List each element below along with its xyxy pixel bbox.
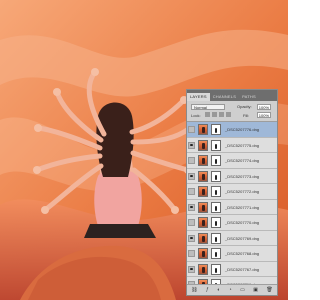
layer-name: _DSC5207775.dng [225,142,260,148]
visibility-icon[interactable] [188,234,195,242]
layer-mask-thumbnail [211,217,221,228]
adjustment-icon[interactable]: ◔ [229,287,232,293]
layer-mask-thumbnail [211,201,221,213]
layer-list: _DSC5207776.dng _DSC5207775.dng _DSC5207… [187,122,277,293]
fill-label: Fill: [243,113,250,118]
layer-row[interactable]: _DSC5207767.dng [187,261,277,277]
layer-mask-thumbnail [211,170,221,182]
visibility-icon[interactable] [188,203,195,211]
blend-mode-select[interactable]: Normal [191,104,225,110]
layer-row[interactable]: _DSC5207776.dng [187,122,277,138]
layer-name: _DSC5207769.dng [225,235,260,241]
layer-mask-thumbnail [211,155,221,166]
visibility-icon[interactable] [188,126,195,133]
layer-name: _DSC5207774.dng [225,158,260,163]
layer-thumbnail [198,263,208,275]
layer-name: _DSC5207767.dng [225,266,260,272]
layer-thumbnail [198,232,208,244]
layer-thumbnail [198,217,208,228]
lock-label: Lock: [191,113,201,118]
visibility-icon[interactable] [188,141,195,149]
opacity-label: Opacity: [237,104,252,109]
layers-panel: LAYERS CHANNELS PATHS Normal Opacity: 10… [186,89,278,296]
lock-position-icon[interactable] [219,112,224,117]
layer-thumbnail [198,155,208,166]
tab-paths[interactable]: PATHS [239,93,259,101]
layer-name: _DSC5207776.dng [225,127,260,132]
layers-panel-tabs: LAYERS CHANNELS PATHS [187,90,277,101]
layer-row[interactable]: _DSC5207773.dng [187,168,277,184]
link-icon[interactable]: ⛓ [191,287,197,293]
layer-row[interactable]: _DSC5207772.dng [187,184,277,200]
layer-thumbnail [198,139,208,151]
layer-mask-thumbnail [211,232,221,244]
lock-options [205,112,233,118]
layer-row[interactable]: _DSC5207768.dng [187,246,277,262]
tab-channels[interactable]: CHANNELS [210,93,239,101]
layer-row[interactable]: _DSC5207770.dng [187,215,277,231]
layer-thumbnail [198,186,208,197]
layer-mask-thumbnail [211,263,221,275]
layer-thumbnail [198,124,208,135]
visibility-icon[interactable] [188,219,195,226]
new-layer-icon[interactable]: ▣ [253,287,258,293]
layer-thumbnail [198,170,208,182]
lock-image-icon[interactable] [212,112,217,117]
layer-footer-toolbar: ⛓ ƒ ◐ ◔ ▭ ▣ 🗑 [187,284,277,295]
lock-transparent-icon[interactable] [205,112,210,117]
lock-all-icon[interactable] [226,112,231,117]
layer-mask-thumbnail [211,124,221,135]
visibility-icon[interactable] [188,265,195,273]
layer-name: _DSC5207768.dng [225,251,260,256]
layer-row[interactable]: _DSC5207769.dng [187,230,277,246]
layer-controls: Normal Opacity: 100% Lock: Fill: 100% [187,101,277,122]
layer-thumbnail [198,201,208,213]
layer-name: _DSC5207772.dng [225,189,260,194]
fill-input[interactable]: 100% [257,112,271,118]
visibility-icon[interactable] [188,172,195,180]
layer-mask-thumbnail [211,186,221,197]
trash-icon[interactable]: 🗑 [266,287,272,293]
layer-name: _DSC5207770.dng [225,220,260,225]
layer-mask-thumbnail [211,139,221,151]
mask-icon[interactable]: ◐ [217,287,220,293]
layer-name: _DSC5207771.dng [225,204,260,210]
layer-mask-thumbnail [211,248,221,259]
opacity-input[interactable]: 100% [257,104,271,110]
layer-row[interactable]: _DSC5207771.dng [187,199,277,215]
group-icon[interactable]: ▭ [240,287,245,293]
visibility-icon[interactable] [188,250,195,257]
visibility-icon[interactable] [188,188,195,195]
layer-name: _DSC5207773.dng [225,173,260,179]
layer-thumbnail [198,248,208,259]
layer-row[interactable]: _DSC5207774.dng [187,153,277,169]
fx-icon[interactable]: ƒ [206,287,209,293]
layer-row[interactable]: _DSC5207775.dng [187,137,277,153]
tab-layers[interactable]: LAYERS [187,93,210,101]
visibility-icon[interactable] [188,157,195,164]
